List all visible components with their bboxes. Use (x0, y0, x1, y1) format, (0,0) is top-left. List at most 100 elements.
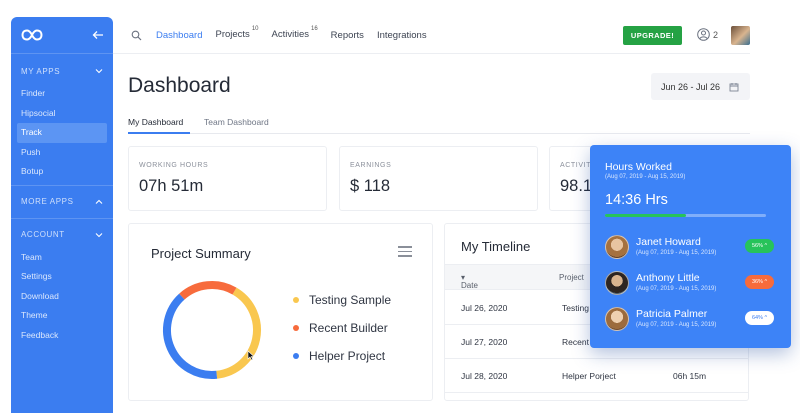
avatar (605, 271, 629, 295)
hours-worked-card: Hours Worked (Aug 07, 2019 - Aug 15, 201… (590, 145, 791, 348)
infinity-logo-icon[interactable] (21, 29, 43, 41)
stat-value: $ 118 (350, 177, 391, 195)
row-date: Jul 27, 2020 (461, 337, 508, 347)
date-range-value: Jun 26 - Jul 26 (661, 81, 721, 92)
tab-team-dashboard[interactable]: Team Dashboard (204, 117, 269, 127)
mouse-cursor-icon (247, 350, 255, 361)
page-title: Dashboard (128, 74, 231, 97)
section-title: ACCOUNT (21, 230, 65, 239)
sidebar-header (11, 17, 113, 54)
hours-progress-bar (605, 214, 766, 217)
chevron-down-icon[interactable] (95, 232, 103, 238)
section-my-apps[interactable]: MY APPS (11, 58, 113, 84)
back-arrow-icon[interactable] (92, 30, 104, 40)
row-date: Jul 28, 2020 (461, 371, 508, 381)
avatar[interactable] (731, 26, 750, 45)
sidebar: MY APPS Finder Hipsocial Track Push Botu… (11, 17, 113, 413)
row-project: Testing (562, 303, 589, 313)
nav-label: Reports (330, 29, 364, 41)
chevron-down-icon[interactable] (95, 68, 103, 74)
legend-label: Recent Builder (309, 321, 388, 335)
stat-label: EARNINGS (350, 162, 392, 169)
user-count-value: 2 (713, 29, 719, 40)
section-title: MORE APPS (21, 197, 74, 206)
section-title: MY APPS (21, 66, 61, 76)
member-name: Janet Howard (636, 236, 701, 248)
chevron-up-icon[interactable] (95, 199, 103, 205)
hours-value: 14:36 Hrs (605, 192, 668, 208)
active-tab-indicator (128, 132, 190, 134)
table-row[interactable]: Jul 28, 2020 Helper Porject 06h 15m (445, 359, 748, 393)
nav-badge: 10 (251, 26, 259, 33)
avatar (605, 307, 629, 331)
sidebar-item-push[interactable]: Push (11, 143, 113, 163)
sidebar-item-finder[interactable]: Finder (11, 84, 113, 104)
dashboard-tabs: My Dashboard Team Dashboard (128, 110, 750, 134)
nav-label: Dashboard (156, 29, 203, 41)
nav-label: Activities (271, 29, 309, 41)
column-header-project[interactable]: Project (559, 273, 584, 282)
calendar-icon (729, 82, 739, 91)
sidebar-item-track[interactable]: Track (17, 123, 107, 143)
percentage-badge: 56% ^ (745, 239, 774, 253)
sidebar-item-download[interactable]: Download (11, 287, 113, 307)
team-member-row[interactable]: Patricia Palmer (Aug 07, 2019 - Aug 15, … (605, 307, 780, 337)
sidebar-item-hipsocial[interactable]: Hipsocial (11, 104, 113, 124)
percentage-badge: 64% ^ (745, 311, 774, 325)
project-summary-card: Project Summary Testing Sample Recent Bu… (128, 223, 433, 401)
divider (11, 184, 113, 186)
legend-label: Helper Project (309, 349, 386, 363)
avatar (605, 235, 629, 259)
member-period: (Aug 07, 2019 - Aug 15, 2019) (636, 286, 717, 292)
column-header-date[interactable]: Date ▾ (461, 273, 478, 290)
card-title: Project Summary (151, 246, 251, 261)
divider (11, 217, 113, 219)
tab-my-dashboard[interactable]: My Dashboard (128, 117, 183, 127)
legend-dot (293, 325, 299, 331)
legend-item: Helper Project (293, 342, 391, 370)
stat-value: 07h 51m (139, 177, 204, 195)
nav-reports[interactable]: Reports (331, 30, 364, 41)
nav-badge: 16 (310, 26, 318, 33)
percentage-badge: 36% ^ (745, 275, 774, 289)
period-label: (Aug 07, 2019 - Aug 15, 2019) (605, 174, 686, 180)
team-member-row[interactable]: Janet Howard (Aug 07, 2019 - Aug 15, 201… (605, 235, 780, 265)
member-period: (Aug 07, 2019 - Aug 15, 2019) (636, 250, 717, 256)
nav-label: Integrations (376, 29, 427, 41)
column-label: Date (461, 281, 478, 290)
nav-activities[interactable]: Activities16 (271, 26, 318, 41)
member-name: Anthony Little (636, 272, 700, 284)
stat-label: WORKING HOURS (139, 162, 209, 169)
member-name: Patricia Palmer (636, 308, 708, 320)
legend-item: Testing Sample (293, 286, 391, 314)
legend-dot (293, 297, 299, 303)
legend-label: Testing Sample (309, 293, 392, 307)
team-member-row[interactable]: Anthony Little (Aug 07, 2019 - Aug 15, 2… (605, 271, 780, 301)
user-icon (697, 28, 710, 41)
donut-slice-recent-builder (179, 281, 237, 300)
nav-integrations[interactable]: Integrations (377, 30, 427, 41)
section-account[interactable]: ACCOUNT (11, 222, 113, 248)
nav-projects[interactable]: Projects10 (215, 26, 259, 41)
stat-value: 98.1 (560, 177, 593, 195)
nav-dashboard[interactable]: Dashboard (156, 30, 202, 41)
date-range-picker[interactable]: Jun 26 - Jul 26 (651, 73, 750, 100)
menu-icon[interactable] (398, 246, 412, 260)
sidebar-item-settings[interactable]: Settings (11, 267, 113, 287)
upgrade-button[interactable]: UPGRADE! (623, 26, 682, 45)
donut-slice-helper-project (163, 293, 218, 379)
search-icon[interactable] (131, 30, 142, 41)
donut-slice-testing-sample (216, 287, 261, 379)
stat-card-earnings: EARNINGS $ 118 (339, 146, 538, 211)
section-more-apps[interactable]: MORE APPS (11, 189, 113, 215)
sidebar-item-botup[interactable]: Botup (11, 162, 113, 182)
nav-label: Projects (215, 29, 250, 41)
card-title: My Timeline (461, 239, 531, 254)
sidebar-item-team[interactable]: Team (11, 248, 113, 268)
sidebar-item-theme[interactable]: Theme (11, 306, 113, 326)
card-title: Hours Worked (605, 161, 672, 173)
sidebar-item-feedback[interactable]: Feedback (11, 326, 113, 346)
row-time: 06h 15m (673, 371, 707, 381)
row-project: Helper Porject (562, 371, 616, 381)
user-count[interactable]: 2 (697, 28, 718, 41)
